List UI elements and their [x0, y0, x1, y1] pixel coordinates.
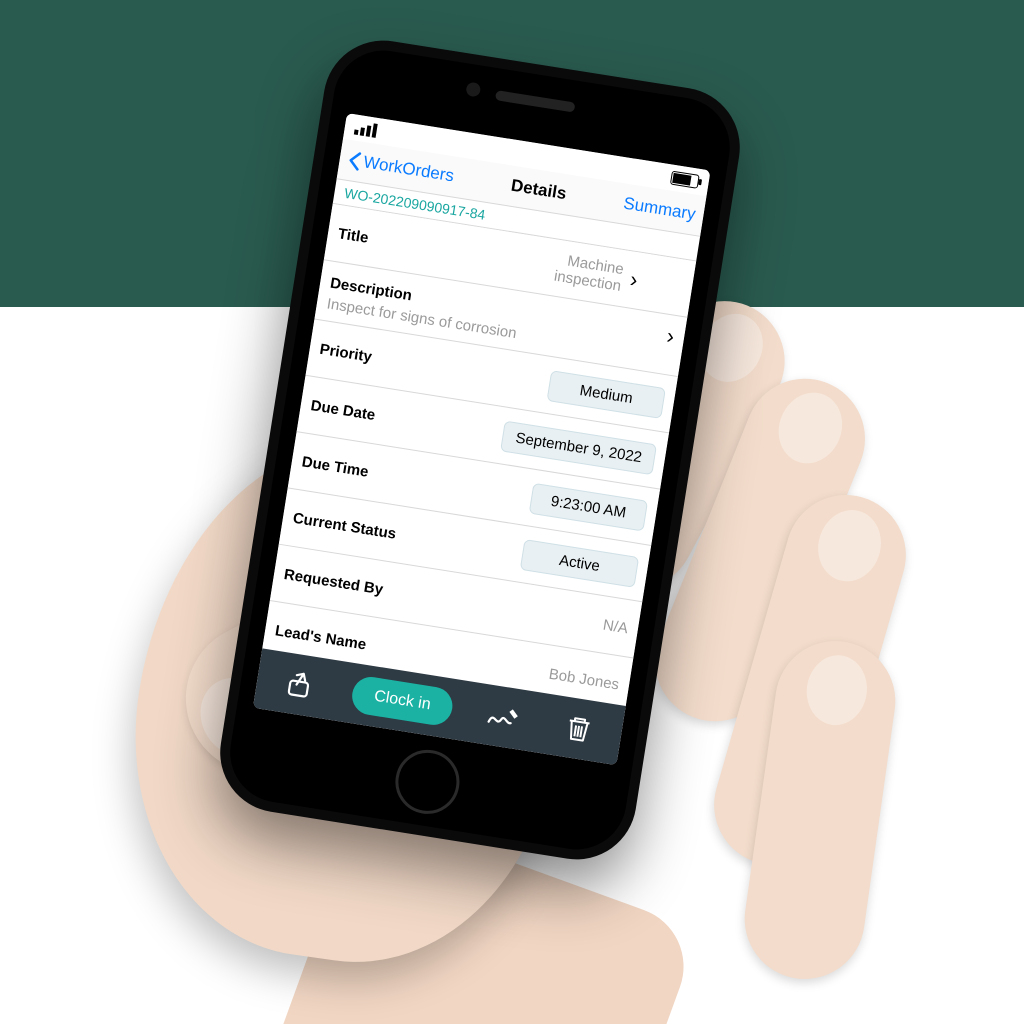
signature-icon — [485, 700, 523, 735]
signal-icon — [354, 121, 378, 138]
sign-button[interactable] — [479, 692, 529, 742]
page-title: Details — [510, 176, 568, 204]
lead-value: Bob Jones — [548, 665, 621, 693]
title-value: Machine inspection — [537, 248, 625, 295]
priority-label: Priority — [319, 340, 374, 365]
due-time-label: Due Time — [301, 453, 370, 480]
due-time-chip[interactable]: 9:23:00 AM — [529, 482, 648, 531]
status-label: Current Status — [292, 509, 398, 542]
summary-button[interactable]: Summary — [622, 194, 697, 225]
battery-icon — [670, 171, 700, 189]
photo-stage: WorkOrders Details Summary WO-2022090909… — [0, 0, 1024, 1024]
requested-by-value: N/A — [602, 616, 629, 637]
status-chip[interactable]: Active — [520, 539, 639, 588]
share-icon — [283, 668, 317, 702]
chevron-left-icon — [346, 150, 363, 172]
priority-chip[interactable]: Medium — [547, 370, 666, 419]
delete-button[interactable] — [553, 704, 603, 754]
chevron-right-icon: › — [628, 267, 639, 294]
clock-in-button[interactable]: Clock in — [350, 674, 456, 727]
trash-icon — [562, 712, 594, 746]
due-date-label: Due Date — [310, 397, 377, 424]
back-label: WorkOrders — [362, 152, 455, 186]
back-button[interactable]: WorkOrders — [346, 150, 455, 187]
lead-label: Lead's Name — [274, 622, 367, 653]
chevron-right-icon: › — [665, 323, 676, 350]
phone-device: WorkOrders Details Summary WO-2022090909… — [212, 32, 749, 868]
due-date-chip[interactable]: September 9, 2022 — [501, 420, 658, 475]
share-button[interactable] — [275, 660, 325, 710]
requested-by-label: Requested By — [283, 566, 384, 598]
details-list: Title Machine inspection › Description ›… — [262, 204, 696, 706]
title-label: Title — [337, 225, 370, 247]
